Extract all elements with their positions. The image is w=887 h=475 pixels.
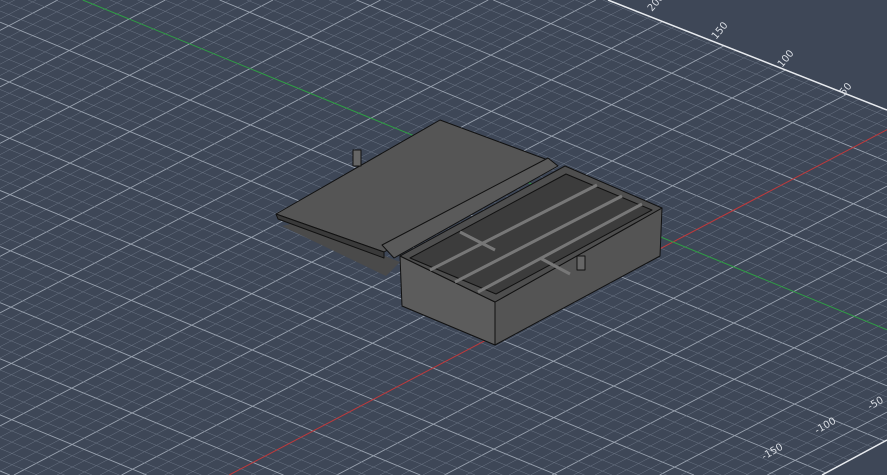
grid-line — [465, 0, 887, 173]
grid-line — [657, 0, 887, 95]
ruler-label: -150 — [760, 442, 785, 463]
grid-line — [547, 0, 887, 140]
grid-line — [745, 400, 887, 475]
grid-line — [681, 366, 887, 475]
grid-line — [739, 0, 887, 61]
grid-line — [810, 434, 887, 475]
grid-line — [853, 457, 887, 475]
grid-line — [0, 324, 366, 475]
grid-line — [0, 414, 147, 475]
grid-line — [530, 287, 887, 475]
grid-line — [831, 445, 887, 475]
grid-line — [0, 0, 295, 155]
grid-line — [0, 392, 202, 475]
grid-edge — [821, 439, 887, 475]
grid-line — [794, 0, 887, 39]
grid-line — [0, 470, 10, 475]
grid-line — [0, 0, 80, 42]
grid-line — [0, 0, 37, 20]
ruler-label: 200 — [646, 0, 667, 14]
grid-line — [821, 0, 887, 28]
grid-line — [766, 0, 887, 50]
3d-viewport[interactable]: 200 150 100 50 -50 -100 -150 — [0, 0, 887, 475]
grid-line — [0, 0, 144, 76]
grid-line — [0, 0, 15, 8]
grid-line — [0, 0, 317, 167]
grid-line — [0, 448, 65, 475]
grid-line — [0, 336, 339, 475]
grid-line — [874, 468, 887, 475]
grid-line — [520, 0, 887, 151]
grid-line — [0, 380, 229, 475]
grid-line — [602, 0, 887, 117]
grid-line — [0, 369, 257, 475]
box-latch — [576, 255, 586, 271]
grid-line — [573, 310, 887, 475]
grid-line — [0, 0, 101, 54]
ruler-label: 150 — [710, 20, 731, 42]
grid-line — [0, 279, 476, 475]
ruler-label: -100 — [813, 416, 838, 437]
ruler-label: -50 — [866, 395, 886, 413]
ruler-label: 100 — [776, 48, 797, 70]
grid-line — [0, 358, 284, 475]
grid-line — [848, 0, 887, 16]
grid-line — [876, 0, 887, 5]
lid-latch — [352, 149, 362, 167]
grid-line — [0, 403, 175, 475]
